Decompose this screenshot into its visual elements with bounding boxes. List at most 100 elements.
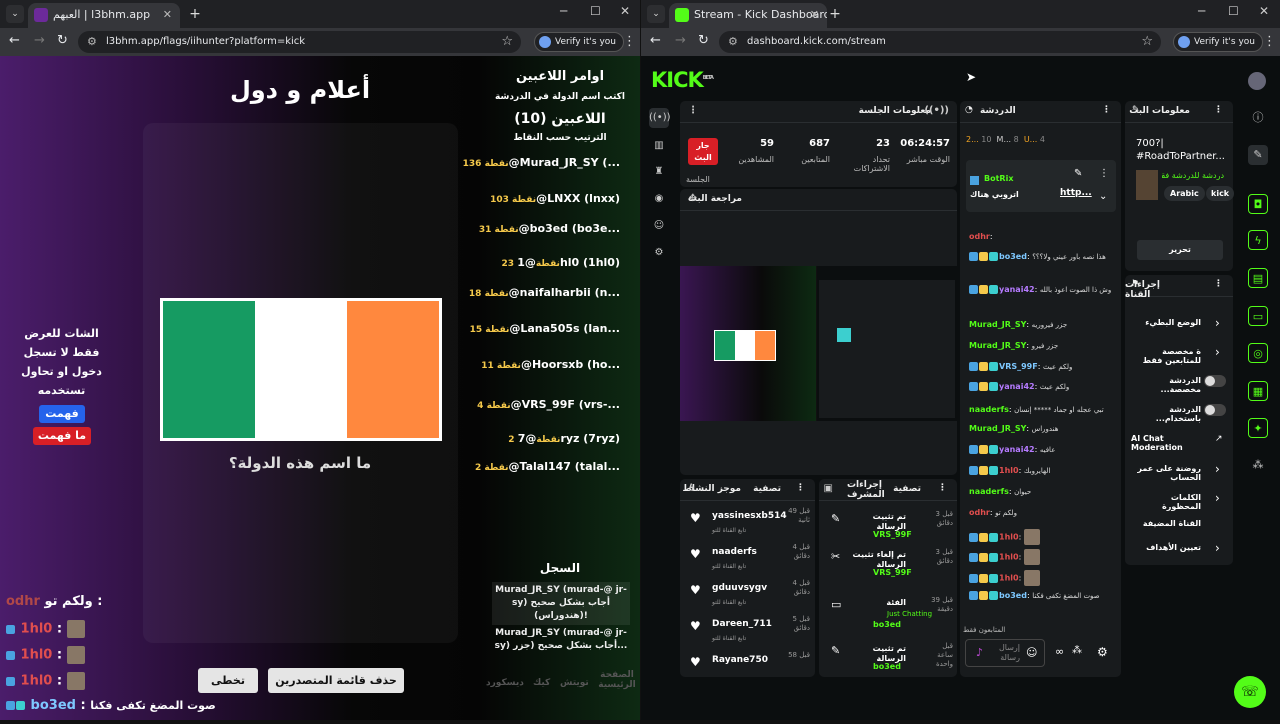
close-tab-icon[interactable]: ✕ — [810, 3, 819, 26]
reload-icon[interactable]: ↻ — [57, 34, 68, 48]
pinned-message[interactable]: BotRix اتروبي هناك http... ✎ ⋮ ⌄ — [966, 160, 1116, 212]
chat-username[interactable]: 1hl0 — [999, 466, 1019, 475]
pin-icon[interactable]: ✎ — [1074, 168, 1082, 179]
chat-username[interactable]: Murad_JR_SY — [969, 320, 1026, 329]
chat-username[interactable]: odhr — [969, 232, 990, 241]
chat-username[interactable]: naaderfs — [969, 405, 1009, 414]
new-tab-button[interactable]: + — [186, 5, 204, 23]
chat-username[interactable]: 1hl0 — [999, 574, 1019, 583]
chat-message[interactable]: 1hl0: — [969, 570, 1119, 586]
chat-message[interactable]: odhr: ولكم تو — [969, 508, 1119, 517]
activity-item[interactable]: ♥ Rayane750 قبل 58 — [688, 649, 810, 683]
stream-sidebar-icon[interactable]: ((•)) — [649, 108, 671, 128]
forward-icon[interactable]: → — [34, 34, 45, 48]
channel-action-row[interactable]: الكلمات المحظورة › — [1129, 491, 1229, 513]
channel-action-row[interactable]: ة مخصصة للمتابعين فقط › — [1129, 345, 1229, 367]
chat-username[interactable]: yanai42 — [999, 285, 1035, 294]
chat-message[interactable]: yanai42: ولكم عيث — [969, 382, 1119, 391]
activity-item[interactable]: ♥ naaderfs تابع القناة للتو قبل 4 دقائق — [688, 541, 810, 575]
settings-sidebar-icon[interactable]: ⚙ — [649, 243, 669, 263]
maximize-icon[interactable]: ☐ — [1228, 4, 1239, 18]
chat-message[interactable]: naaderfs: تبي عجله او جماد ***** إنسان — [969, 405, 1119, 414]
browser-menu-icon[interactable]: ⋮ — [1263, 34, 1276, 49]
stream-info-menu-icon[interactable]: ⋮ — [1214, 105, 1223, 115]
minimize-icon[interactable]: ─ — [560, 4, 567, 18]
pinned-menu-icon[interactable]: ⋮ — [1099, 168, 1109, 179]
forward-icon[interactable]: → — [675, 34, 686, 48]
chat-message[interactable]: Murad_JR_SY: هندوراس — [969, 424, 1119, 433]
support-chat-button[interactable]: ☏ — [1234, 676, 1266, 708]
chat-message[interactable]: 1hl0: — [969, 549, 1119, 565]
info-icon[interactable]: ⓘ — [1248, 108, 1268, 128]
lightning-widget-icon[interactable]: ϟ — [1248, 230, 1268, 250]
footer-link-twitch[interactable]: تويتش — [560, 678, 589, 688]
chat-username[interactable]: naaderfs — [969, 487, 1009, 496]
pinned-link[interactable]: http... — [1060, 188, 1092, 198]
chat-settings-icon[interactable]: ⚙ — [1097, 645, 1108, 659]
analytics-sidebar-icon[interactable]: ▥ — [649, 136, 669, 156]
toggle-switch[interactable] — [1204, 404, 1226, 416]
reload-icon[interactable]: ↻ — [698, 34, 709, 48]
chat-message[interactable]: naaderfs: حيوان — [969, 487, 1119, 496]
emoji-icon[interactable]: ☺ — [1026, 646, 1037, 659]
channel-action-row[interactable]: روضنة على عمر الحساب › — [1129, 462, 1229, 484]
infinity-icon[interactable]: ∞ — [1055, 645, 1064, 658]
chat-username[interactable]: bo3ed — [999, 252, 1027, 261]
activity-item[interactable]: ♥ yassinesxb514 تابع القناة للتو قبل 49 ثان… — [688, 505, 810, 539]
close-window-icon[interactable]: ✕ — [1259, 4, 1269, 18]
activity-item[interactable]: ♥ Dareen_711 تابع القناة للتو قبل 5 دقائق — [688, 613, 810, 647]
chat-username[interactable]: Murad_JR_SY — [969, 424, 1026, 433]
trophy-sidebar-icon[interactable]: ♜ — [649, 162, 669, 182]
session-menu-icon[interactable]: ⋮ — [688, 105, 698, 116]
chat-username[interactable]: 1hl0 — [999, 553, 1019, 562]
chat-input[interactable]: ♪ إرسال رسالة ☺ — [965, 639, 1045, 667]
chat-username[interactable]: yanai42 — [999, 445, 1035, 454]
edit-stream-info-button[interactable]: تحرير — [1137, 240, 1223, 260]
activity-filter-button[interactable]: تصفية — [753, 484, 781, 494]
widget-icon[interactable]: ◘ — [1248, 194, 1268, 214]
activity-menu-icon[interactable]: ⋮ — [796, 483, 805, 493]
chat-widget-icon[interactable]: ▭ — [1248, 306, 1268, 326]
right-active-tab[interactable]: Stream - Kick Dashboard ✕ — [669, 3, 827, 28]
chat-message[interactable]: Murad_JR_SY: جزر فيروريه — [969, 320, 1119, 329]
back-icon[interactable]: ← — [9, 34, 20, 48]
bookmark-star-icon[interactable]: ☆ — [1141, 31, 1153, 53]
chat-message[interactable]: 1hl0: — [969, 529, 1119, 545]
left-active-tab[interactable]: العبهم | l3bhm.app ✕ — [28, 3, 180, 28]
chat-username[interactable]: odhr — [969, 508, 990, 517]
chat-message[interactable]: odhr: — [969, 232, 1119, 241]
chat-message[interactable]: VRS_99F: ولكم عيث — [969, 362, 1119, 371]
kick-logo[interactable]: KICKBETA — [651, 68, 714, 92]
tab-search-button[interactable]: ⌄ — [647, 5, 665, 23]
maximize-icon[interactable]: ☐ — [590, 4, 601, 18]
chat-username[interactable]: yanai42 — [999, 382, 1035, 391]
mod-action-item[interactable]: ▭ الفئة Just Chatting bo3ed قبل 39 دقيقة — [827, 594, 953, 634]
camera-sidebar-icon[interactable]: ◉ — [649, 189, 669, 209]
verify-profile-button[interactable]: Verify it's you — [1173, 32, 1263, 52]
stream-preview-video[interactable] — [680, 266, 957, 421]
back-icon[interactable]: ← — [650, 34, 661, 48]
channel-action-row[interactable]: الوضع البطيء › — [1129, 316, 1229, 338]
chat-message[interactable]: bo3ed: هذا نصه باور عيني ولا؟؟؟ — [969, 252, 1119, 261]
chat-menu-icon[interactable]: ⋮ — [1102, 105, 1111, 115]
not-understood-button[interactable]: ما فهمت — [33, 427, 91, 445]
understood-button[interactable]: فهمت — [39, 405, 85, 423]
chat-username[interactable]: bo3ed — [999, 591, 1027, 600]
footer-link-home[interactable]: الصفحة الرئيسية — [598, 670, 636, 690]
bookmark-star-icon[interactable]: ☆ — [501, 31, 513, 53]
mod-action-item[interactable]: ✂ تم إلغاء تثبيت الرسالة VRS_99F قبل 3 دقائ… — [827, 546, 953, 586]
skip-button[interactable]: تخطى — [198, 668, 258, 693]
chat-message[interactable]: yanai42: عافيه — [969, 445, 1119, 454]
footer-link-discord[interactable]: ديسكورد — [486, 678, 524, 688]
tab-search-button[interactable]: ⌄ — [6, 5, 24, 23]
url-field[interactable]: ⚙ l3bhm.app/flags/iihunter?platform=kick… — [78, 31, 521, 53]
broadcast-widget-icon[interactable]: ◎ — [1248, 343, 1268, 363]
mod-filter-button[interactable]: تصفية — [893, 484, 921, 494]
chat-username[interactable]: Murad_JR_SY — [969, 341, 1026, 350]
mod-menu-icon[interactable]: ⋮ — [938, 483, 947, 493]
chat-username[interactable]: 1hl0 — [999, 533, 1019, 542]
footer-link-kick[interactable]: كيك — [533, 678, 550, 688]
site-info-icon[interactable]: ⚙ — [87, 31, 97, 53]
chat-message[interactable]: 1hl0: الهايروبك — [969, 466, 1119, 475]
minimize-icon[interactable]: ─ — [1198, 4, 1205, 18]
